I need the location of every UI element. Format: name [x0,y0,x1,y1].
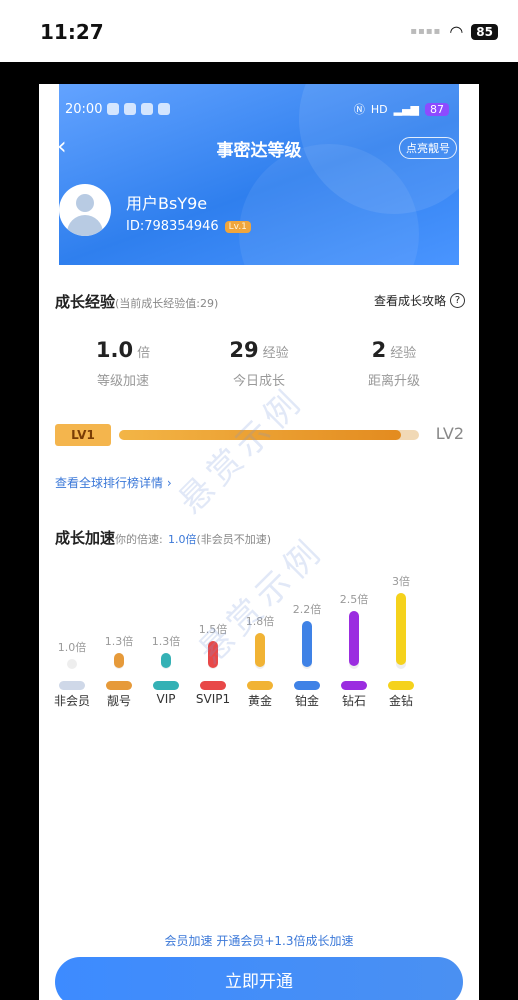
speed-section-title: 成长加速你的倍速: 1.0倍(非会员不加速) [55,527,271,548]
battery-icon: 87 [425,102,449,116]
question-icon: ? [450,293,465,308]
nfc-icon: Ⓝ [353,103,365,116]
app-notification-icon [107,103,120,115]
tier-badge-icon [247,681,273,690]
stat-today-growth: 29 经验 今日成长 [199,338,319,389]
guide-link-label: 查看成长攻略 [373,294,446,308]
current-level-badge: LV1 [55,424,111,446]
app-notification-icon [141,103,154,115]
device-status-icons: ▪▪▪▪ ◠ 85 [410,22,498,41]
stat-unit: 倍 [137,346,151,361]
stat-unit: 经验 [262,346,289,361]
stat-value: 2 [371,338,387,362]
inner-time: 20:00 [65,101,103,117]
tier-name: 金钻 [388,694,413,708]
tier-badge-icon [200,681,226,690]
promo-text: 会员加速 开通会员+1.3倍成长加速 [164,934,354,948]
inner-status-bar: 20:00 Ⓝ HD ▂▄▆ 87 [65,101,449,117]
light-up-number-button[interactable]: 点亮靓号 [399,137,457,159]
stat-to-next-level: 2 经验 距离升级 [334,338,454,389]
growth-title: 成长经验 [55,293,116,311]
tier-badge-icon [341,681,367,690]
next-level-label: LV2 [435,424,464,443]
global-rank-link[interactable]: 查看全球排行榜详情 › [55,474,172,491]
tier-fill [349,611,359,667]
app-screenshot: 20:00 Ⓝ HD ▂▄▆ 87 ‹ 事密达等级 点亮靓号 用户BsY9e I… [39,84,479,1000]
tier-multiplier: 2.2倍 [292,603,322,616]
tier-multiplier: 1.3倍 [104,635,134,648]
speed-title: 成长加速 [55,529,116,547]
battery-icon: 85 [471,23,498,40]
tier-fill [302,621,312,667]
tier-multiplier: 1.0倍 [57,641,87,655]
stat-label: 今日成长 [232,374,285,389]
growth-current-note: (当前成长经验值:29) [115,297,219,310]
app-notification-icon [124,103,137,115]
tier-badge-icon [106,681,132,690]
user-id: ID:798354946 [126,219,219,234]
tier-badge-icon [388,681,414,690]
stat-level-speed: 1.0 倍 等级加速 [63,338,183,389]
device-time: 11:27 [40,20,104,44]
avatar[interactable] [59,184,111,236]
tier-fill [114,653,124,669]
tier-multiplier: 3倍 [392,575,410,588]
speed-prefix: 你的倍速: [115,533,163,546]
tier-fill [396,593,406,666]
tier-track [67,659,77,669]
watermark: 悬赏示例 [170,380,313,522]
wifi-icon: ◠ [449,22,464,41]
speed-suffix: (非会员不加速) [196,533,272,546]
rank-link-label: 查看全球排行榜详情 [55,476,164,490]
tier-multiplier: 2.5倍 [339,593,369,607]
device-status-bar: 11:27 ▪▪▪▪ ◠ 85 [0,0,518,62]
stat-unit: 经验 [390,346,417,361]
avatar-head [76,194,94,212]
tier-fill [255,633,265,668]
stat-value: 29 [229,338,259,362]
tier-badge-icon [153,681,179,690]
signal-icon: ▂▄▆ [393,102,419,116]
level-tag: Lv.1 [224,220,251,233]
tier-multiplier: 1.3倍 [151,635,181,648]
profile-header: 20:00 Ⓝ HD ▂▄▆ 87 ‹ 事密达等级 点亮靓号 用户BsY9e I… [59,84,459,265]
user-id-row: ID:798354946 Lv.1 [126,219,251,234]
tier-badge-icon [59,681,85,690]
activate-now-button[interactable]: 立即开通 [55,957,463,1000]
hd-icon: HD [370,102,388,116]
tier-fill [161,653,171,669]
app-notification-icon [158,103,171,115]
growth-section-title: 成长经验(当前成长经验值:29) [55,291,218,312]
stat-label: 距离升级 [367,374,420,389]
speed-value: 1.0倍 [167,533,197,546]
tier-badge-icon [294,681,320,690]
avatar-body [67,215,103,236]
user-name: 用户BsY9e [126,194,208,213]
growth-guide-link[interactable]: 查看成长攻略 ? [374,292,465,309]
signal-dots-icon: ▪▪▪▪ [410,26,442,37]
stat-value: 1.0 [95,338,134,362]
stat-label: 等级加速 [96,374,149,389]
